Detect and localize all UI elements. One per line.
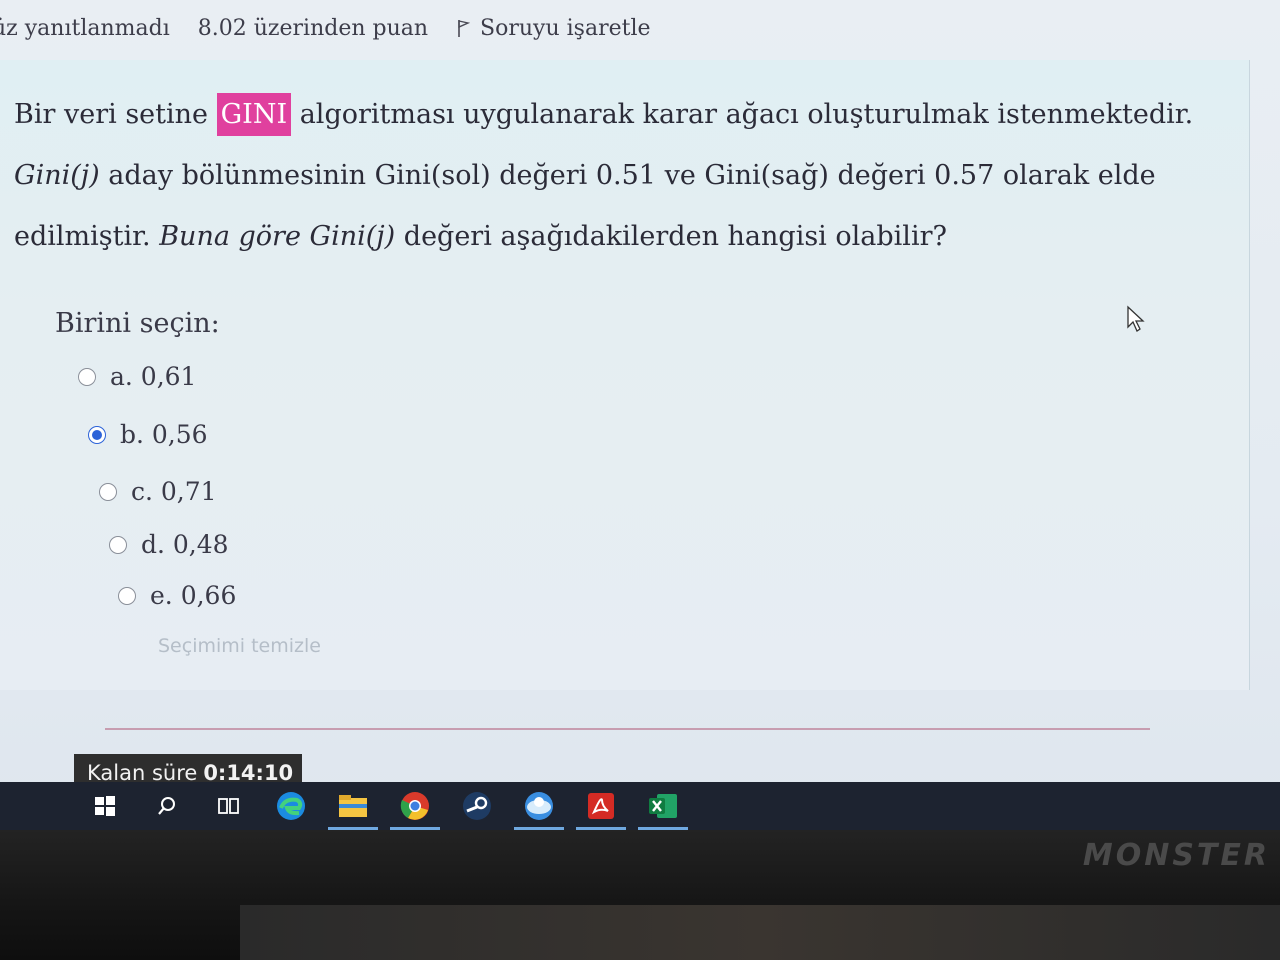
question-text-italic: Buna göre Gini(j) [159,221,396,252]
answer-option-label: a. 0,61 [110,362,197,391]
monitor-brand-logo: MONSTER [1082,838,1270,873]
chrome-icon[interactable] [390,789,440,830]
question-text: Bir veri setine GINI algoritması uygulan… [14,84,1234,267]
answer-option-b[interactable]: b. 0,56 [88,420,208,449]
answer-option-label: e. 0,66 [150,581,237,610]
question-status: üz yanıtlanmadı [0,15,170,41]
acrobat-icon[interactable] [576,789,626,830]
radio-button[interactable] [78,367,96,386]
screen: üz yanıtlanmadı 8.02 üzerinden puan Soru… [0,0,1280,830]
question-text-part: Bir veri setine [14,99,217,130]
question-card: Bir veri setine GINI algoritması uygulan… [0,60,1250,690]
steam-icon[interactable] [460,789,494,823]
question-text-italic: Gini(j) [14,160,100,191]
windows-taskbar [0,782,1280,830]
flag-icon [458,20,471,37]
answer-option-c[interactable]: c. 0,71 [99,477,217,506]
clear-choice-link[interactable]: Seçimimi temizle [158,635,321,657]
radio-button[interactable] [118,586,136,605]
answer-option-label: d. 0,48 [141,530,229,559]
answer-option-label: c. 0,71 [131,477,217,506]
radio-button[interactable] [109,535,127,554]
answer-option-e[interactable]: e. 0,66 [118,581,236,610]
task-view-icon[interactable] [212,789,246,823]
question-text-part: değeri aşağıdakilerden hangisi olabilir? [395,221,947,252]
windows-start-icon[interactable] [88,789,122,823]
browser-icon[interactable] [514,789,564,830]
search-icon[interactable] [150,789,184,823]
answer-prompt: Birini seçin: [55,308,220,339]
question-text-part: algoritması uygulanarak karar ağacı oluş… [291,99,1194,130]
radio-button-checked[interactable] [88,425,106,444]
answer-option-label: b. 0,56 [120,420,208,449]
desk-background [240,905,1280,960]
flag-question-label: Soruyu işaretle [480,15,651,41]
section-divider [105,728,1150,730]
radio-button[interactable] [99,482,117,501]
edge-icon[interactable] [274,789,308,823]
question-info-bar: üz yanıtlanmadı 8.02 üzerinden puan Soru… [0,8,1280,48]
file-explorer-icon[interactable] [328,789,378,830]
mouse-cursor-icon [1127,305,1145,332]
highlighted-term: GINI [216,93,292,136]
answer-option-a[interactable]: a. 0,61 [78,362,196,391]
excel-icon[interactable] [638,789,688,830]
flag-question-link[interactable]: Soruyu işaretle [456,15,651,41]
answer-option-d[interactable]: d. 0,48 [109,530,229,559]
question-grade: 8.02 üzerinden puan [197,15,429,41]
